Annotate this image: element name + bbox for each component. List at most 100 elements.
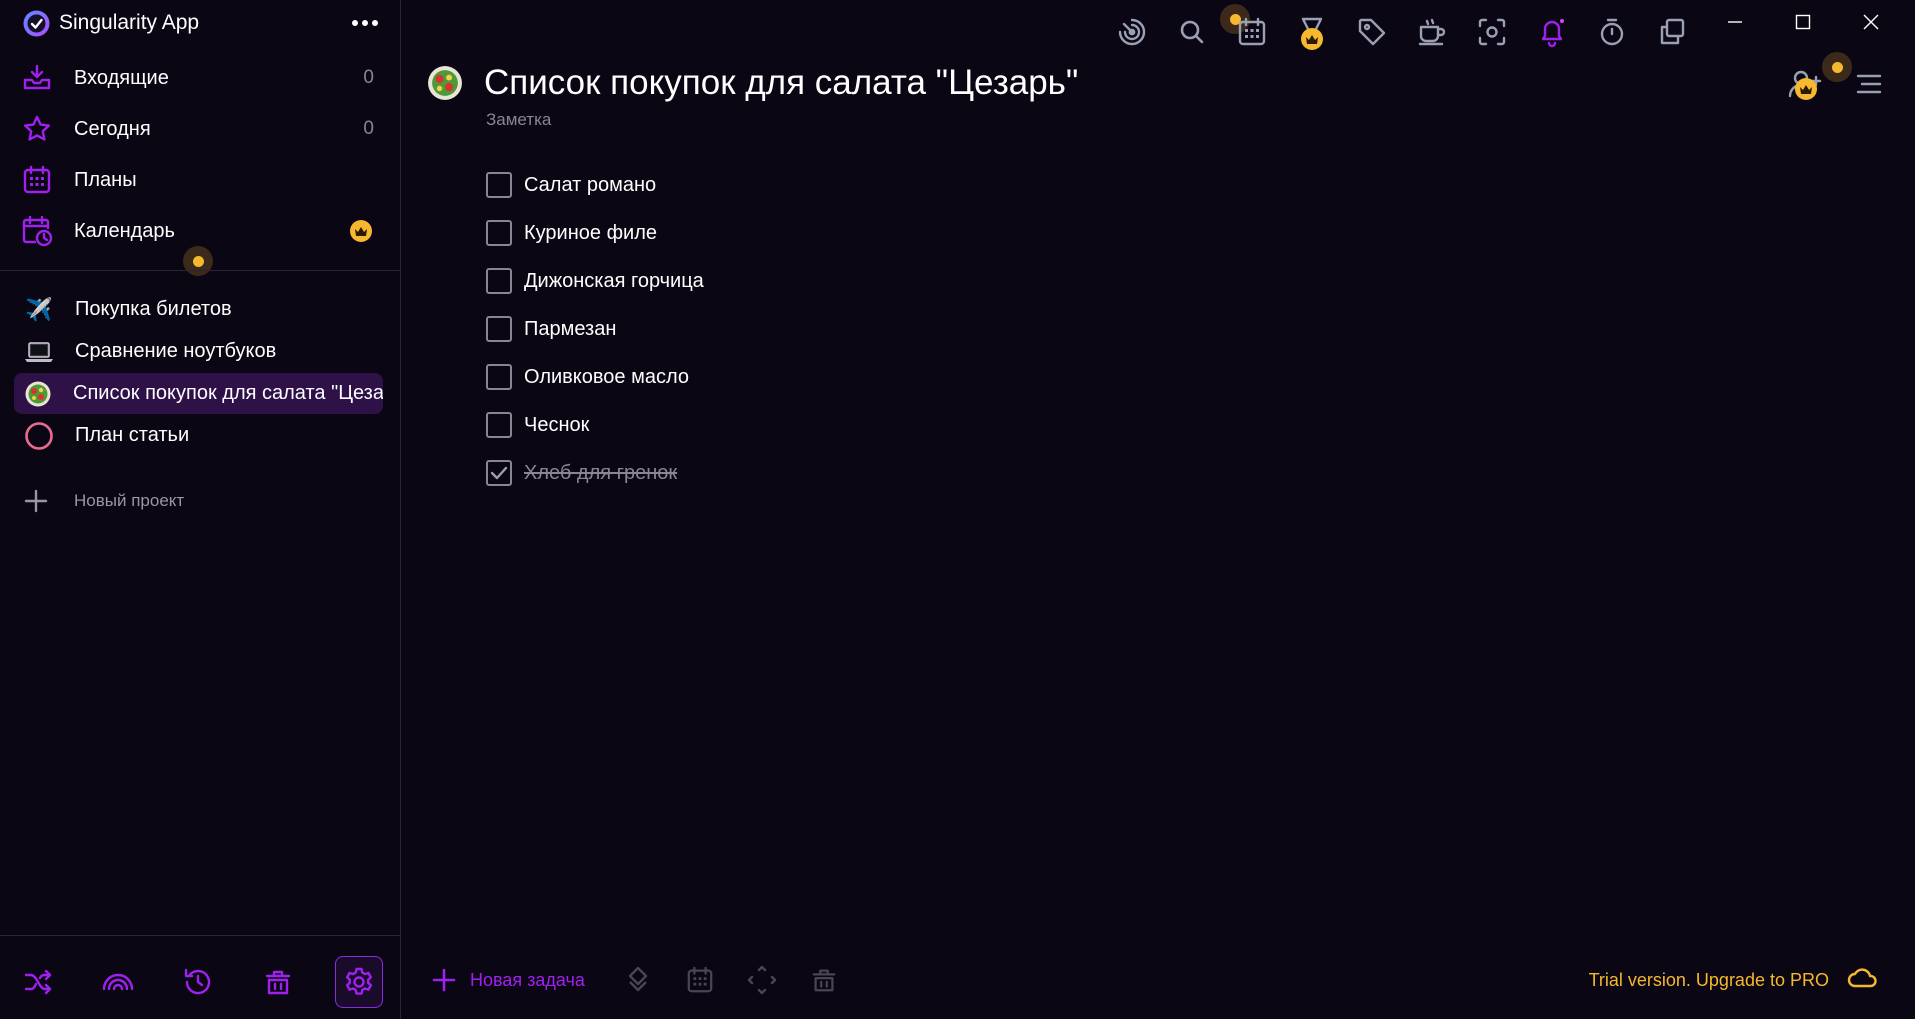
new-project-button[interactable]: Новый проект [24,486,184,516]
minimize-button[interactable] [1705,0,1765,44]
menu-button[interactable] [1849,64,1889,104]
copy-button[interactable] [1652,12,1692,52]
notifications-button[interactable] [1532,12,1572,52]
crown-icon [1795,78,1817,100]
crown-icon [1301,28,1323,50]
priority-button[interactable] [622,964,654,996]
new-task-button[interactable]: Новая задача [432,964,585,996]
hint-dot[interactable] [183,246,213,276]
sidebar-divider [0,935,401,936]
task-list: Салат романо Куриное филе Дижонская горч… [486,161,1186,497]
inbox-count: 0 [363,67,374,88]
more-menu-icon[interactable] [348,10,382,36]
laptop-icon [24,337,54,367]
new-task-label: Новая задача [470,969,585,990]
project-label: Покупка билетов [75,298,232,320]
task-checkbox[interactable] [486,412,512,438]
task-row[interactable]: Чеснок [486,401,1186,449]
move-icon [747,965,777,995]
trash-icon [810,966,838,994]
settings-icon [343,966,375,998]
hint-dot[interactable] [1822,52,1852,82]
project-item-article-plan[interactable]: План статьи [14,415,383,456]
date-button[interactable] [684,964,716,996]
plus-icon [24,489,48,513]
sidebar-item-calendar[interactable]: Календарь [20,211,382,251]
shuffle-icon [23,967,53,997]
move-button[interactable] [746,964,778,996]
settings-button[interactable] [335,956,383,1008]
airplane-icon: ✈️ [25,296,53,322]
trash-button[interactable] [254,956,302,1008]
trial-upgrade-link[interactable]: Trial version. Upgrade to PRO [1589,970,1829,991]
rainbow-button[interactable] [94,956,142,1008]
calendar-icon [1237,17,1267,47]
project-item-laptops[interactable]: Сравнение ноутбуков [14,331,383,372]
star-icon [20,112,54,146]
calendar-grid-icon [20,163,54,197]
shuffle-button[interactable] [14,956,62,1008]
sidebar-item-plans[interactable]: Планы [20,160,382,200]
bottom-bar: Новая задача Trial version. Upgrade to P… [402,960,1915,1000]
delete-button[interactable] [808,964,840,996]
salad-icon [24,379,52,409]
circle-icon [24,421,54,451]
menu-lines-icon [1856,73,1882,95]
habits-button[interactable] [1412,12,1452,52]
search-icon [1178,18,1206,46]
window-controls [1705,0,1915,44]
task-checkbox[interactable] [486,268,512,294]
task-row[interactable]: Дижонская горчица [486,257,1186,305]
calendar-button[interactable] [1232,12,1272,52]
tag-icon [1357,17,1387,47]
cloud-icon[interactable] [1847,966,1879,990]
inbox-icon [20,61,54,95]
task-label[interactable]: Куриное филе [524,222,657,245]
project-item-salad[interactable]: Список покупок для салата "Цезарь" [14,373,383,414]
task-checkbox[interactable] [486,364,512,390]
today-count: 0 [363,118,374,139]
task-checkbox[interactable] [486,220,512,246]
sidebar: Singularity App Входящие 0 Сегодня 0 Пла… [0,0,401,1019]
task-row[interactable]: Хлеб для гренок [486,449,1186,497]
close-button[interactable] [1841,0,1901,44]
maximize-button[interactable] [1773,0,1833,44]
task-row[interactable]: Пармезан [486,305,1186,353]
history-button[interactable] [174,956,222,1008]
top-toolbar [1100,4,1700,52]
task-row[interactable]: Оливковое масло [486,353,1186,401]
app-title: Singularity App [59,11,200,34]
timer-button[interactable] [1592,12,1632,52]
sidebar-bottom-bar [0,954,401,1012]
task-label[interactable]: Чеснок [524,414,589,437]
maximize-icon [1795,14,1811,30]
coffee-icon [1417,17,1447,47]
copy-icon [1657,17,1687,47]
screenshot-button[interactable] [1472,12,1512,52]
focus-button[interactable] [1112,12,1152,52]
sidebar-item-inbox[interactable]: Входящие 0 [20,58,382,98]
calendar-icon [686,966,714,994]
task-row[interactable]: Салат романо [486,161,1186,209]
task-row[interactable]: Куриное филе [486,209,1186,257]
task-checkbox[interactable] [486,316,512,342]
sidebar-item-label: Сегодня [74,117,151,140]
task-label[interactable]: Салат романо [524,174,656,197]
project-item-tickets[interactable]: ✈️ Покупка билетов [14,289,383,330]
search-button[interactable] [1172,12,1212,52]
project-label: Сравнение ноутбуков [75,340,277,362]
priority-icon [625,966,651,994]
header-actions [1785,52,1895,108]
task-label[interactable]: Хлеб для гренок [524,462,677,485]
history-icon [182,966,214,998]
task-label[interactable]: Пармезан [524,318,616,341]
task-label[interactable]: Дижонская горчица [524,270,704,293]
task-label[interactable]: Оливковое масло [524,366,689,389]
sidebar-item-today[interactable]: Сегодня 0 [20,109,382,149]
task-checkbox[interactable] [486,172,512,198]
task-checkbox-checked[interactable] [486,460,512,486]
page-title[interactable]: Список покупок для салата "Цезарь" [484,63,1078,103]
salad-icon[interactable] [426,64,464,102]
tags-button[interactable] [1352,12,1392,52]
title-row: Список покупок для салата "Цезарь" [426,60,1078,106]
